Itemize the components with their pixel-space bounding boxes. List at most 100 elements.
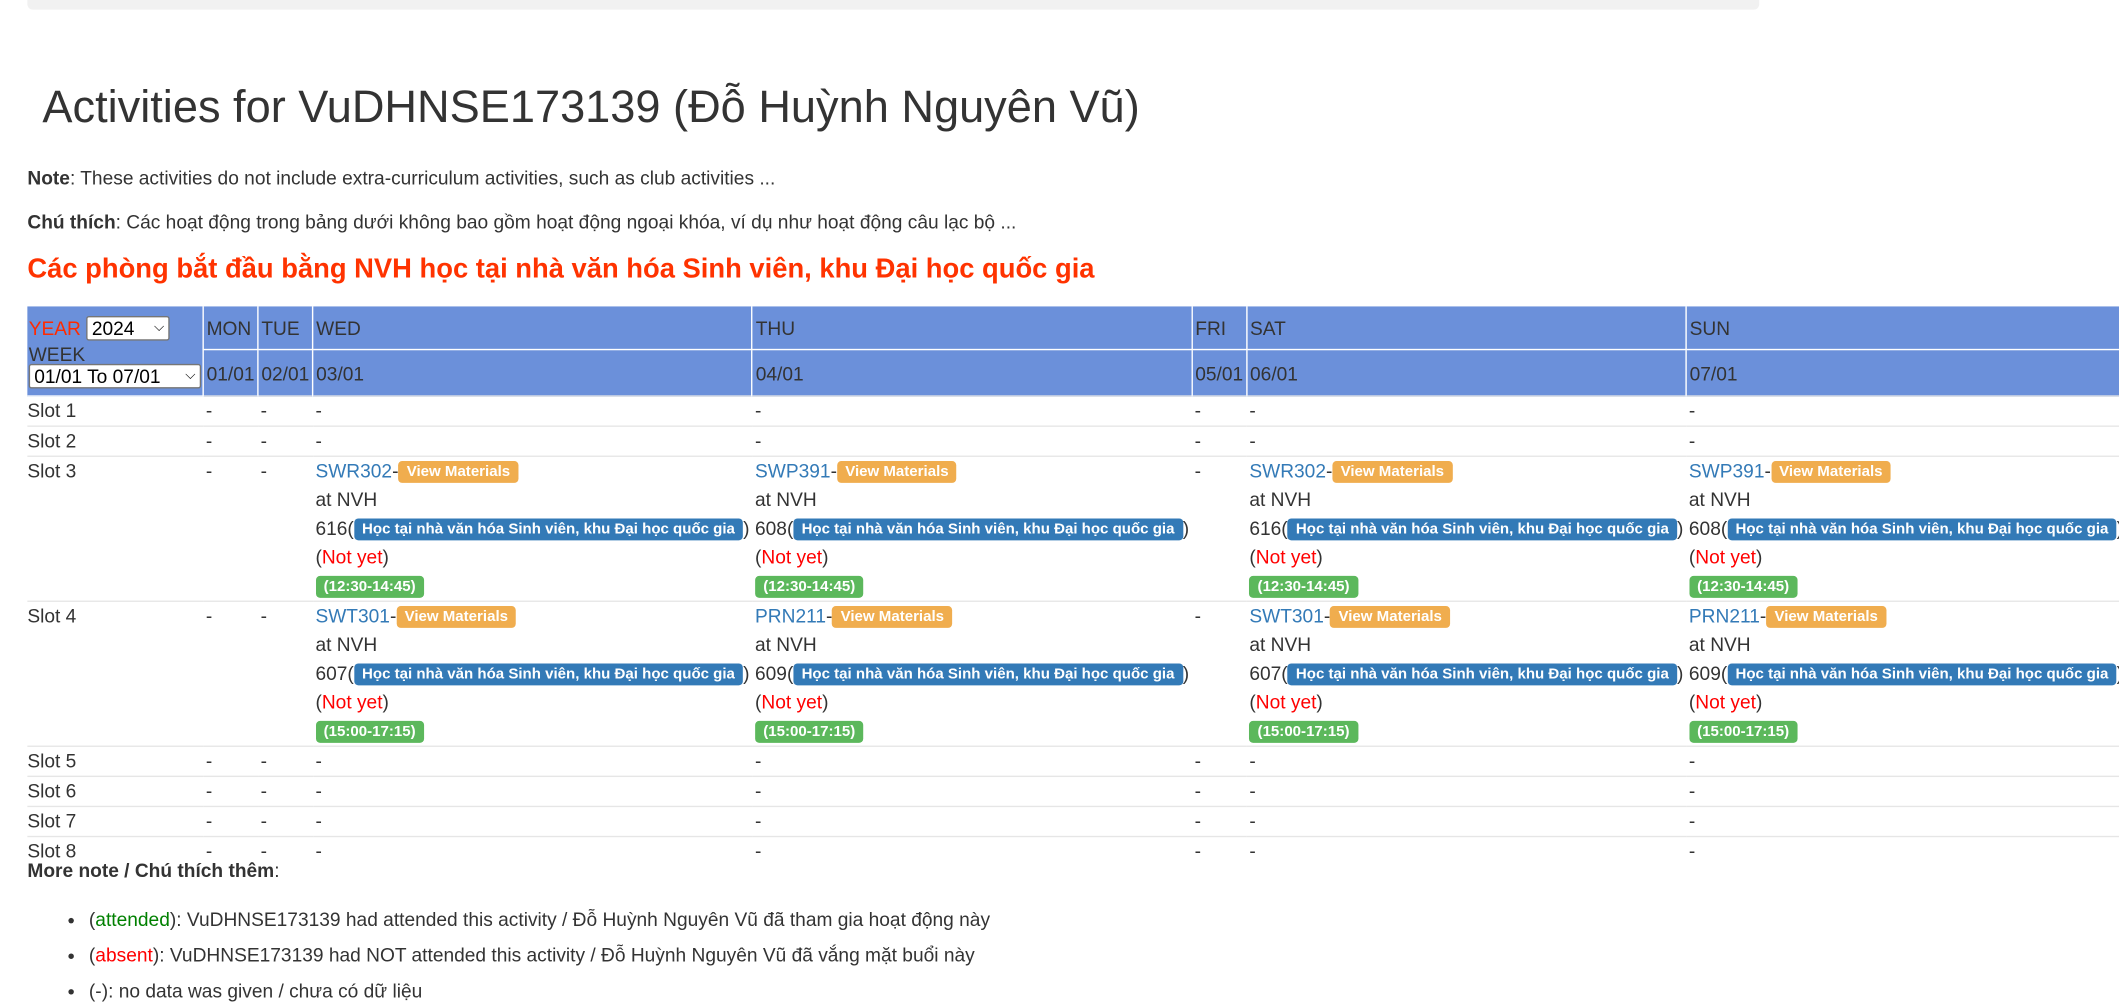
cell-sat: -	[1246, 805, 1687, 837]
top-bar	[27, 0, 1760, 10]
location-badge: Học tại nhà văn hóa Sinh viên, khu Đại h…	[1727, 518, 2117, 541]
cell-fri: -	[1191, 395, 1247, 427]
view-materials-button[interactable]: View Materials	[1332, 461, 1453, 484]
cell-tue: -	[257, 425, 313, 457]
view-materials-button[interactable]: View Materials	[836, 461, 957, 484]
cell-mon: -	[203, 745, 258, 777]
legend-key-attended: attended	[95, 908, 170, 931]
cell-tue: -	[257, 395, 313, 427]
slot-row: Slot 5-------	[27, 745, 2119, 777]
room-number: 616	[1249, 517, 1282, 539]
room-prefix: at NVH	[315, 488, 378, 511]
cell-sat: -	[1246, 745, 1687, 777]
day-header-mon: MON	[203, 306, 259, 351]
view-materials-button[interactable]: View Materials	[396, 606, 517, 629]
course-link[interactable]: SWT301	[1249, 605, 1324, 627]
location-badge: Học tại nhà văn hóa Sinh viên, khu Đại h…	[793, 518, 1183, 541]
location-badge: Học tại nhà văn hóa Sinh viên, khu Đại h…	[1287, 663, 1678, 686]
view-materials-button[interactable]: View Materials	[1330, 606, 1451, 629]
cell-wed: -	[312, 775, 753, 807]
room-number: 607	[315, 662, 348, 684]
schedule-body: Slot 1- - - - - - - Slot 2- - - - - - - Slot 3- - SWR302…	[27, 395, 2119, 866]
location-badge: Học tại nhà văn hóa Sinh viên, khu Đại h…	[793, 663, 1183, 686]
cell-mon: -	[203, 775, 258, 807]
legend-key-nodata: -	[95, 979, 102, 1002]
cell-wed: -	[312, 805, 753, 837]
legend-item-nodata: (-): no data was given / chưa có dữ liệu	[89, 973, 990, 1008]
location-badge: Học tại nhà văn hóa Sinh viên, khu Đại h…	[1727, 663, 2117, 686]
view-materials-button[interactable]: View Materials	[1766, 606, 1887, 629]
attendance-status: Not yet	[1695, 690, 1756, 713]
legend-list: (attended): VuDHNSE173139 had attended t…	[62, 902, 990, 1008]
cell-tue: -	[257, 805, 313, 837]
room-number: 616	[315, 517, 348, 539]
cell-tue: -	[257, 600, 313, 747]
cell-mon: -	[203, 425, 258, 457]
room-prefix: at NVH	[755, 488, 817, 511]
cell-tue: -	[257, 775, 313, 807]
date-header-fri: 05/01	[1191, 349, 1248, 397]
more-note: More note / Chú thích thêm:	[27, 859, 279, 881]
cell-fri: -	[1191, 600, 1247, 747]
cell-sun: -	[1686, 395, 2119, 427]
attendance-status: Not yet	[761, 545, 823, 568]
date-header-sun: 07/01	[1686, 349, 2119, 397]
date-header-tue: 02/01	[257, 349, 314, 397]
year-week-filter: YEAR 2024 ⌵ WEEK 01/01 To 07/01 ⌵	[27, 306, 204, 397]
cell-sun: -	[1686, 835, 2119, 866]
chevron-down-icon: ⌵	[153, 319, 165, 335]
attendance-status: Not yet	[321, 690, 383, 713]
cell-thu: -	[752, 775, 1192, 807]
attendance-status: Not yet	[1255, 690, 1317, 713]
more-note-colon: :	[274, 859, 280, 881]
year-label: YEAR	[28, 316, 81, 339]
attendance-status: Not yet	[1255, 545, 1317, 568]
cell-wed: -	[312, 425, 753, 457]
cell-thu: -	[752, 425, 1192, 457]
note-en: Note: These activities do not include ex…	[27, 167, 775, 189]
cell-fri: -	[1191, 455, 1247, 602]
time-badge: (15:00-17:15)	[755, 721, 864, 744]
slot-row: Slot 6-------	[27, 775, 2119, 807]
view-materials-button[interactable]: View Materials	[832, 606, 953, 629]
course-link[interactable]: SWT301	[315, 605, 390, 627]
cell-fri: -	[1191, 425, 1247, 457]
day-header-sun: SUN	[1686, 306, 2119, 351]
course-link[interactable]: PRN211	[755, 605, 826, 627]
cell-mon: -	[203, 600, 258, 747]
day-header-fri: FRI	[1191, 306, 1248, 351]
year-select[interactable]: 2024 ⌵	[86, 315, 170, 340]
slot-label: Slot 5	[27, 745, 204, 777]
course-link[interactable]: SWR302	[315, 460, 392, 482]
view-materials-button[interactable]: View Materials	[1770, 461, 1891, 484]
room-prefix: at NVH	[1688, 488, 1751, 511]
slot-row: Slot 7-------	[27, 805, 2119, 837]
cell-thu: PRN211- View Materials at NVH 609(Học tại n…	[752, 600, 1192, 747]
more-note-label: More note / Chú thích thêm	[27, 859, 275, 881]
course-link[interactable]: PRN211	[1689, 605, 1760, 627]
cell-wed: -	[312, 395, 753, 427]
cell-sun: PRN211- View Materials at NVH 609(Học tại n…	[1686, 600, 2119, 747]
room-prefix: at NVH	[1249, 488, 1312, 511]
time-badge: (12:30-14:45)	[1688, 576, 1798, 599]
day-header-wed: WED	[312, 306, 753, 351]
week-label: WEEK	[28, 342, 86, 365]
course-link[interactable]: SWP391	[1689, 460, 1765, 482]
course-link[interactable]: SWR302	[1249, 460, 1326, 482]
schedule-table: YEAR 2024 ⌵ WEEK 01/01 To 07/01 ⌵ MON TUE …	[27, 306, 2119, 866]
slot-row: Slot 8-------	[27, 835, 2119, 866]
slot-label: Slot 2	[27, 425, 204, 457]
view-materials-button[interactable]: View Materials	[398, 461, 519, 484]
cell-sat: SWT301- View Materials at NVH 607(Học tại n…	[1246, 600, 1687, 747]
date-header-thu: 04/01	[752, 349, 1193, 397]
legend-text-nodata: : no data was given / chưa có dữ liệu	[108, 979, 423, 1002]
slot-row: Slot 1-------	[27, 395, 2119, 427]
slot-label: Slot 1	[27, 395, 204, 427]
day-header-sat: SAT	[1246, 306, 1687, 351]
time-badge: (12:30-14:45)	[755, 576, 864, 599]
week-select[interactable]: 01/01 To 07/01 ⌵	[28, 363, 202, 388]
cell-tue: -	[257, 745, 313, 777]
room-prefix: at NVH	[755, 633, 817, 656]
course-link[interactable]: SWP391	[755, 460, 831, 482]
room-number: 609	[755, 662, 787, 684]
